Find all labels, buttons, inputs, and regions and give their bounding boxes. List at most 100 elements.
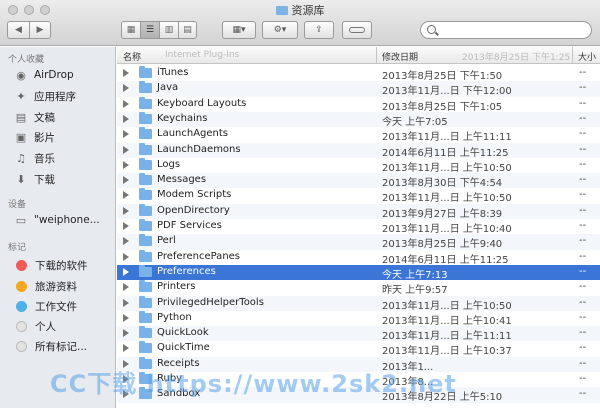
- disclosure-triangle-icon[interactable]: [123, 160, 129, 169]
- file-row[interactable]: QuickTime 2013年11月...日 上午10:37 --: [117, 341, 600, 357]
- disclosure-triangle-icon[interactable]: [123, 329, 129, 338]
- file-row[interactable]: iTunes 2013年8月25日 下午1:50 --: [117, 66, 600, 82]
- sidebar-item-label: 音乐: [34, 152, 55, 165]
- file-date: 今天 上午7:13: [382, 269, 448, 281]
- file-row[interactable]: OpenDirectory 2013年9月27日 上午8:39 --: [117, 203, 600, 220]
- file-row[interactable]: Messages 2013年8月30日 下午4:54 --: [117, 173, 600, 189]
- disclosure-triangle-icon[interactable]: [123, 344, 129, 353]
- sidebar-tag-work[interactable]: 工作文件: [14, 296, 77, 316]
- sidebar-item-movies[interactable]: ▣ 影片: [14, 127, 55, 147]
- music-icon: ♫: [16, 151, 26, 165]
- computer-icon: ▭: [15, 213, 27, 227]
- sidebar-tag-travel[interactable]: 旅游资料: [14, 276, 77, 296]
- file-size: --: [579, 67, 587, 78]
- disclosure-triangle-icon[interactable]: [123, 145, 129, 154]
- downloads-icon: ⬇: [16, 172, 26, 186]
- sidebar-item-music[interactable]: ♫ 音乐: [14, 148, 55, 168]
- sidebar-item-documents[interactable]: ▤ 文稿: [14, 107, 55, 127]
- coverflow-view-button[interactable]: ▤: [178, 21, 197, 39]
- folder-icon: [139, 219, 152, 231]
- sidebar-item-downloads[interactable]: ⬇ 下载: [14, 169, 55, 189]
- sidebar-item-label: "weiphone...: [34, 214, 100, 226]
- file-date: 2013年11月...日 上午10:41: [382, 315, 512, 327]
- column-divider[interactable]: [376, 47, 377, 64]
- disclosure-triangle-icon[interactable]: [123, 267, 129, 276]
- tag-button[interactable]: [342, 21, 372, 39]
- disclosure-triangle-icon[interactable]: [123, 206, 129, 215]
- blue-tag-icon: [16, 300, 27, 312]
- disclosure-triangle-icon[interactable]: [123, 298, 129, 307]
- folder-icon: [139, 249, 152, 262]
- column-view-button[interactable]: ▥: [159, 21, 178, 39]
- file-date: 2013年9月27日 上午8:39: [382, 208, 503, 220]
- file-row[interactable]: Printers 昨天 上午9:57 --: [117, 280, 600, 297]
- search-field[interactable]: [420, 21, 592, 39]
- file-name: LaunchAgents: [157, 128, 229, 140]
- disclosure-triangle-icon[interactable]: [123, 252, 129, 261]
- file-row[interactable]: Logs 2013年11月...日 上午10:50 --: [117, 157, 600, 174]
- file-size: --: [579, 357, 587, 369]
- disclosure-triangle-icon[interactable]: [123, 114, 129, 123]
- file-row[interactable]: Python 2013年11月...日 上午10:41 --: [117, 310, 600, 327]
- forward-button[interactable]: ▶: [29, 21, 51, 39]
- applications-icon: ✦: [16, 89, 26, 103]
- folder-icon: [139, 310, 152, 323]
- sidebar-tag-personal[interactable]: 个人: [14, 316, 56, 336]
- list-view-button[interactable]: ☰: [140, 21, 159, 39]
- disclosure-triangle-icon[interactable]: [123, 84, 129, 93]
- column-name-header[interactable]: 名称: [123, 50, 141, 63]
- disclosure-triangle-icon[interactable]: [123, 237, 129, 246]
- column-size-header[interactable]: 大小: [578, 50, 596, 63]
- disclosure-triangle-icon[interactable]: [123, 130, 129, 139]
- file-date: 昨天 上午9:57: [382, 285, 448, 297]
- file-size: --: [579, 220, 587, 231]
- folder-icon: [275, 6, 288, 15]
- disclosure-triangle-icon[interactable]: [123, 283, 129, 292]
- file-date: 今天 上午7:05: [382, 116, 448, 128]
- file-row[interactable]: LaunchAgents 2013年11月...日 上午11:11 --: [117, 127, 600, 143]
- file-row[interactable]: QuickLook 2013年11月...日 上午11:11 --: [117, 326, 600, 342]
- watermark: CC下载 https://www.2sk2.net: [50, 370, 457, 398]
- file-date: 2013年8月25日 上午9:40: [382, 239, 503, 251]
- file-date: 2013年11月...日 上午10:50: [382, 162, 512, 174]
- file-row[interactable]: Keychains 今天 上午7:05 --: [117, 111, 600, 128]
- share-button[interactable]: ⇪: [304, 21, 334, 39]
- airdrop-icon: ◉: [16, 68, 26, 82]
- file-row[interactable]: LaunchDaemons 2014年6月11日 上午11:25 --: [117, 142, 600, 159]
- tag-icon: [349, 27, 365, 33]
- file-row[interactable]: Java 2013年11月...日 下午12:00 --: [117, 81, 600, 97]
- file-row[interactable]: Perl 2013年8月25日 上午9:40 --: [117, 234, 600, 251]
- back-button[interactable]: ◀: [7, 21, 29, 39]
- file-name: OpenDirectory: [157, 204, 230, 216]
- folder-icon: [139, 203, 152, 216]
- disclosure-triangle-icon[interactable]: [123, 313, 129, 322]
- folder-icon: [139, 188, 152, 201]
- sidebar-item-label: 旅游资料: [35, 280, 77, 293]
- column-divider[interactable]: [572, 47, 573, 64]
- sidebar-tag-all[interactable]: 所有标记...: [14, 336, 87, 356]
- sidebar-item-airdrop[interactable]: ◉ AirDrop: [14, 65, 74, 85]
- disclosure-triangle-icon[interactable]: [123, 99, 129, 108]
- file-row[interactable]: Keyboard Layouts 2013年8月25日 下午1:05 --: [117, 96, 600, 113]
- file-row[interactable]: Preferences 今天 上午7:13 --: [117, 264, 600, 281]
- file-size: --: [579, 250, 587, 262]
- sidebar-tag-downloaded-software[interactable]: 下载的软件: [14, 255, 88, 275]
- sidebar-item-label: 下载: [34, 173, 55, 186]
- folder-icon: [139, 264, 152, 277]
- disclosure-triangle-icon[interactable]: [123, 191, 129, 200]
- icon-view-button[interactable]: ▦: [121, 21, 140, 39]
- disclosure-triangle-icon[interactable]: [123, 222, 129, 230]
- column-date-header[interactable]: 修改日期: [382, 50, 418, 63]
- action-button[interactable]: ⚙▾: [262, 21, 298, 39]
- disclosure-triangle-icon[interactable]: [123, 69, 129, 77]
- file-size: --: [579, 204, 587, 216]
- file-row[interactable]: PDF Services 2013年11月...日 上午10:40 --: [117, 219, 600, 235]
- file-size: --: [579, 265, 587, 277]
- sidebar-item-device[interactable]: ▭ "weiphone...: [14, 210, 100, 230]
- arrange-button[interactable]: ▦▾: [222, 21, 256, 39]
- file-row[interactable]: PreferencePanes 2014年6月11日 上午11:25 --: [117, 249, 600, 266]
- sidebar-item-applications[interactable]: ✦ 应用程序: [14, 86, 76, 106]
- file-row[interactable]: Modem Scripts 2013年11月...日 上午10:50 --: [117, 188, 600, 204]
- file-row[interactable]: PrivilegedHelperTools 2013年11月...日 上午10:5…: [117, 295, 600, 312]
- disclosure-triangle-icon[interactable]: [123, 176, 129, 185]
